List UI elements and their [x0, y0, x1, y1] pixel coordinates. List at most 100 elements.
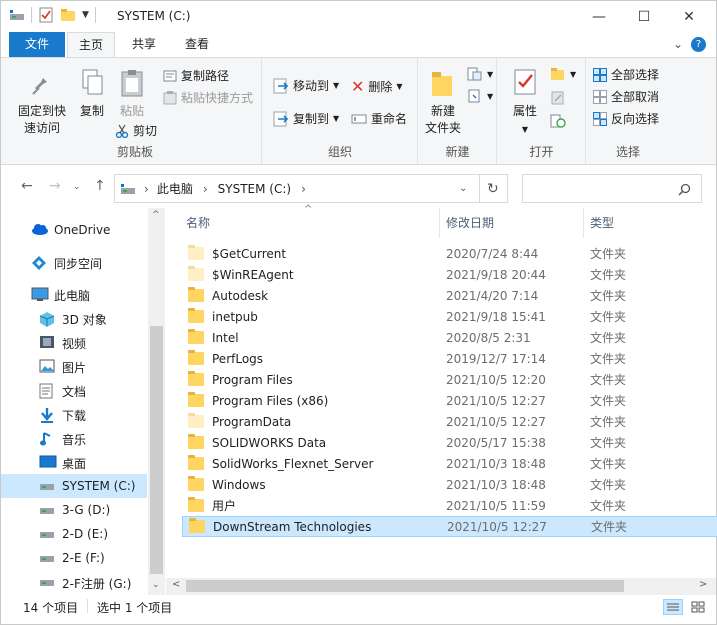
recent-locations-chevron-icon[interactable]: ⌄ — [73, 182, 81, 192]
sidebar-item[interactable]: 下载 — [1, 402, 147, 426]
table-row[interactable]: ProgramData 2021/10/5 12:27 文件夹 — [182, 411, 717, 432]
sidebar-item[interactable]: 此电脑 — [1, 282, 147, 306]
maximize-button[interactable]: ☐ — [621, 1, 667, 32]
breadcrumb-separator[interactable]: › — [203, 182, 208, 196]
file-list: ^ 名称 修改日期 类型 $GetCurrent 2020/7/24 8:44 文件… — [166, 204, 717, 595]
large-icons-view-icon[interactable] — [689, 599, 707, 615]
new-folder-icon[interactable] — [60, 7, 76, 23]
column-header-type[interactable]: 类型 — [590, 208, 614, 238]
table-row[interactable]: Program Files 2021/10/5 12:20 文件夹 — [182, 369, 717, 390]
tab-share[interactable]: 共享 — [121, 32, 167, 57]
sidebar-item[interactable]: OneDrive — [1, 218, 147, 242]
sidebar-item[interactable]: 文档 — [1, 378, 147, 402]
properties-button[interactable]: 属性 ▼ — [504, 68, 546, 138]
sidebar-item[interactable]: 2-E (F:) — [1, 546, 147, 570]
qat-dropdown-icon[interactable]: ▼ — [82, 10, 89, 20]
breadcrumb-system-c[interactable]: SYSTEM (C:) — [218, 182, 291, 196]
table-row[interactable]: $WinREAgent 2021/9/18 20:44 文件夹 — [182, 264, 717, 285]
help-button[interactable]: ? — [691, 37, 706, 52]
table-row[interactable]: 用户 2021/10/5 11:59 文件夹 — [182, 495, 717, 516]
breadcrumb-this-pc[interactable]: 此电脑 — [157, 180, 193, 197]
tab-view[interactable]: 查看 — [173, 32, 221, 57]
properties-icon[interactable] — [38, 7, 54, 23]
horizontal-scroll-thumb[interactable] — [186, 580, 624, 592]
pin-quick-access-button[interactable]: 固定到快 速访问 — [13, 68, 71, 137]
breadcrumb-separator[interactable]: › — [144, 182, 149, 196]
table-row[interactable]: SOLIDWORKS Data 2020/5/17 15:38 文件夹 — [182, 432, 717, 453]
address-drive-icon — [121, 183, 135, 194]
refresh-icon[interactable]: ↻ — [487, 181, 499, 197]
cut-button[interactable]: 剪切 — [115, 122, 157, 139]
new-item-button[interactable]: ▼ — [467, 67, 493, 81]
tab-file[interactable]: 文件 — [9, 32, 65, 57]
sidebar-item[interactable]: 音乐 — [1, 426, 147, 450]
drive-icon — [39, 479, 55, 494]
sidebar-item[interactable]: 视频 — [1, 330, 147, 354]
new-folder-button[interactable]: 新建 文件夹 — [421, 68, 465, 137]
sidebar-item[interactable]: 同步空间 — [1, 250, 147, 274]
table-row[interactable]: DownStream Technologies 2021/10/5 12:27 文件… — [182, 516, 717, 537]
sidebar-item[interactable]: SYSTEM (C:) — [1, 474, 147, 498]
minimize-button[interactable]: — — [576, 1, 622, 32]
sidebar-item[interactable]: 2-D (E:) — [1, 522, 147, 546]
select-none-button[interactable]: 全部取消 — [593, 88, 659, 105]
copy-to-button[interactable]: 复制到 ▼ — [273, 110, 339, 127]
sidebar-item[interactable]: 2-F注册 (G:) — [1, 570, 147, 594]
edit-button[interactable] — [550, 91, 566, 105]
column-separator[interactable] — [583, 208, 584, 238]
sidebar-item[interactable]: 3D 对象 — [1, 306, 147, 330]
details-view-icon[interactable] — [663, 599, 683, 615]
table-row[interactable]: $GetCurrent 2020/7/24 8:44 文件夹 — [182, 243, 717, 264]
file-type: 文件夹 — [590, 373, 627, 387]
address-bar[interactable]: › 此电脑 › SYSTEM (C:) › ⌄ ↻ — [114, 174, 508, 203]
history-button[interactable] — [550, 114, 566, 128]
ribbon-collapse-chevron-icon[interactable]: ⌄ — [669, 32, 687, 57]
horizontal-scrollbar[interactable]: < > — [166, 578, 716, 595]
invert-selection-button[interactable]: 反向选择 — [593, 110, 659, 127]
breadcrumb-separator[interactable]: › — [301, 182, 306, 196]
paste-shortcut-button[interactable]: 粘贴快捷方式 — [163, 89, 253, 106]
table-row[interactable]: Intel 2020/8/5 2:31 文件夹 — [182, 327, 717, 348]
open-button[interactable]: ▼ — [550, 67, 576, 81]
table-row[interactable]: SolidWorks_Flexnet_Server 2021/10/3 18:48… — [182, 453, 717, 474]
tab-home[interactable]: 主页 — [67, 32, 115, 58]
table-row[interactable]: Autodesk 2021/4/20 7:14 文件夹 — [182, 285, 717, 306]
vertical-scroll-thumb[interactable] — [150, 326, 163, 574]
search-input[interactable] — [529, 175, 679, 200]
sidebar-item[interactable]: 图片 — [1, 354, 147, 378]
sidebar-item[interactable]: 桌面 — [1, 450, 147, 474]
move-to-button[interactable]: 移动到 ▼ — [273, 77, 339, 94]
column-header-name[interactable]: 名称 — [186, 208, 210, 238]
sidebar-item[interactable]: 3-G (D:) — [1, 498, 147, 522]
search-icon[interactable] — [678, 183, 691, 196]
search-box[interactable] — [522, 174, 702, 203]
back-arrow-icon[interactable]: ← — [21, 178, 33, 194]
scroll-up-icon[interactable]: ^ — [152, 210, 160, 220]
up-arrow-icon[interactable]: ↑ — [94, 178, 106, 194]
column-header-modified[interactable]: 修改日期 — [446, 208, 494, 238]
vertical-scrollbar[interactable]: ^ ⌄ — [148, 208, 165, 595]
scroll-left-icon[interactable]: < — [172, 579, 180, 590]
address-dropdown-icon[interactable]: ⌄ — [459, 183, 467, 194]
scroll-right-icon[interactable]: > — [699, 579, 707, 590]
table-row[interactable]: inetpub 2021/9/18 15:41 文件夹 — [182, 306, 717, 327]
drive-icon — [39, 503, 55, 518]
table-row[interactable]: PerfLogs 2019/12/7 17:14 文件夹 — [182, 348, 717, 369]
easy-access-button[interactable]: ▼ — [467, 89, 493, 103]
close-button[interactable]: ✕ — [666, 1, 712, 32]
copy-button[interactable]: 复制 — [73, 68, 111, 120]
paste-button[interactable]: 粘贴 — [113, 68, 151, 120]
delete-button[interactable]: ✕ 删除 ▼ — [351, 77, 403, 96]
file-date: 2020/8/5 2:31 — [446, 330, 531, 345]
file-name: SolidWorks_Flexnet_Server — [212, 456, 374, 471]
copy-path-button[interactable]: 复制路径 — [163, 67, 229, 84]
rename-button[interactable]: 重命名 — [351, 110, 407, 127]
select-all-button[interactable]: 全部选择 — [593, 66, 659, 83]
folder-icon — [188, 308, 204, 323]
column-separator[interactable] — [439, 208, 440, 238]
scroll-down-icon[interactable]: ⌄ — [152, 580, 160, 590]
table-row[interactable]: Windows 2021/10/3 18:48 文件夹 — [182, 474, 717, 495]
file-date: 2021/4/20 7:14 — [446, 288, 539, 303]
forward-arrow-icon[interactable]: → — [49, 178, 61, 194]
table-row[interactable]: Program Files (x86) 2021/10/5 12:27 文件夹 — [182, 390, 717, 411]
